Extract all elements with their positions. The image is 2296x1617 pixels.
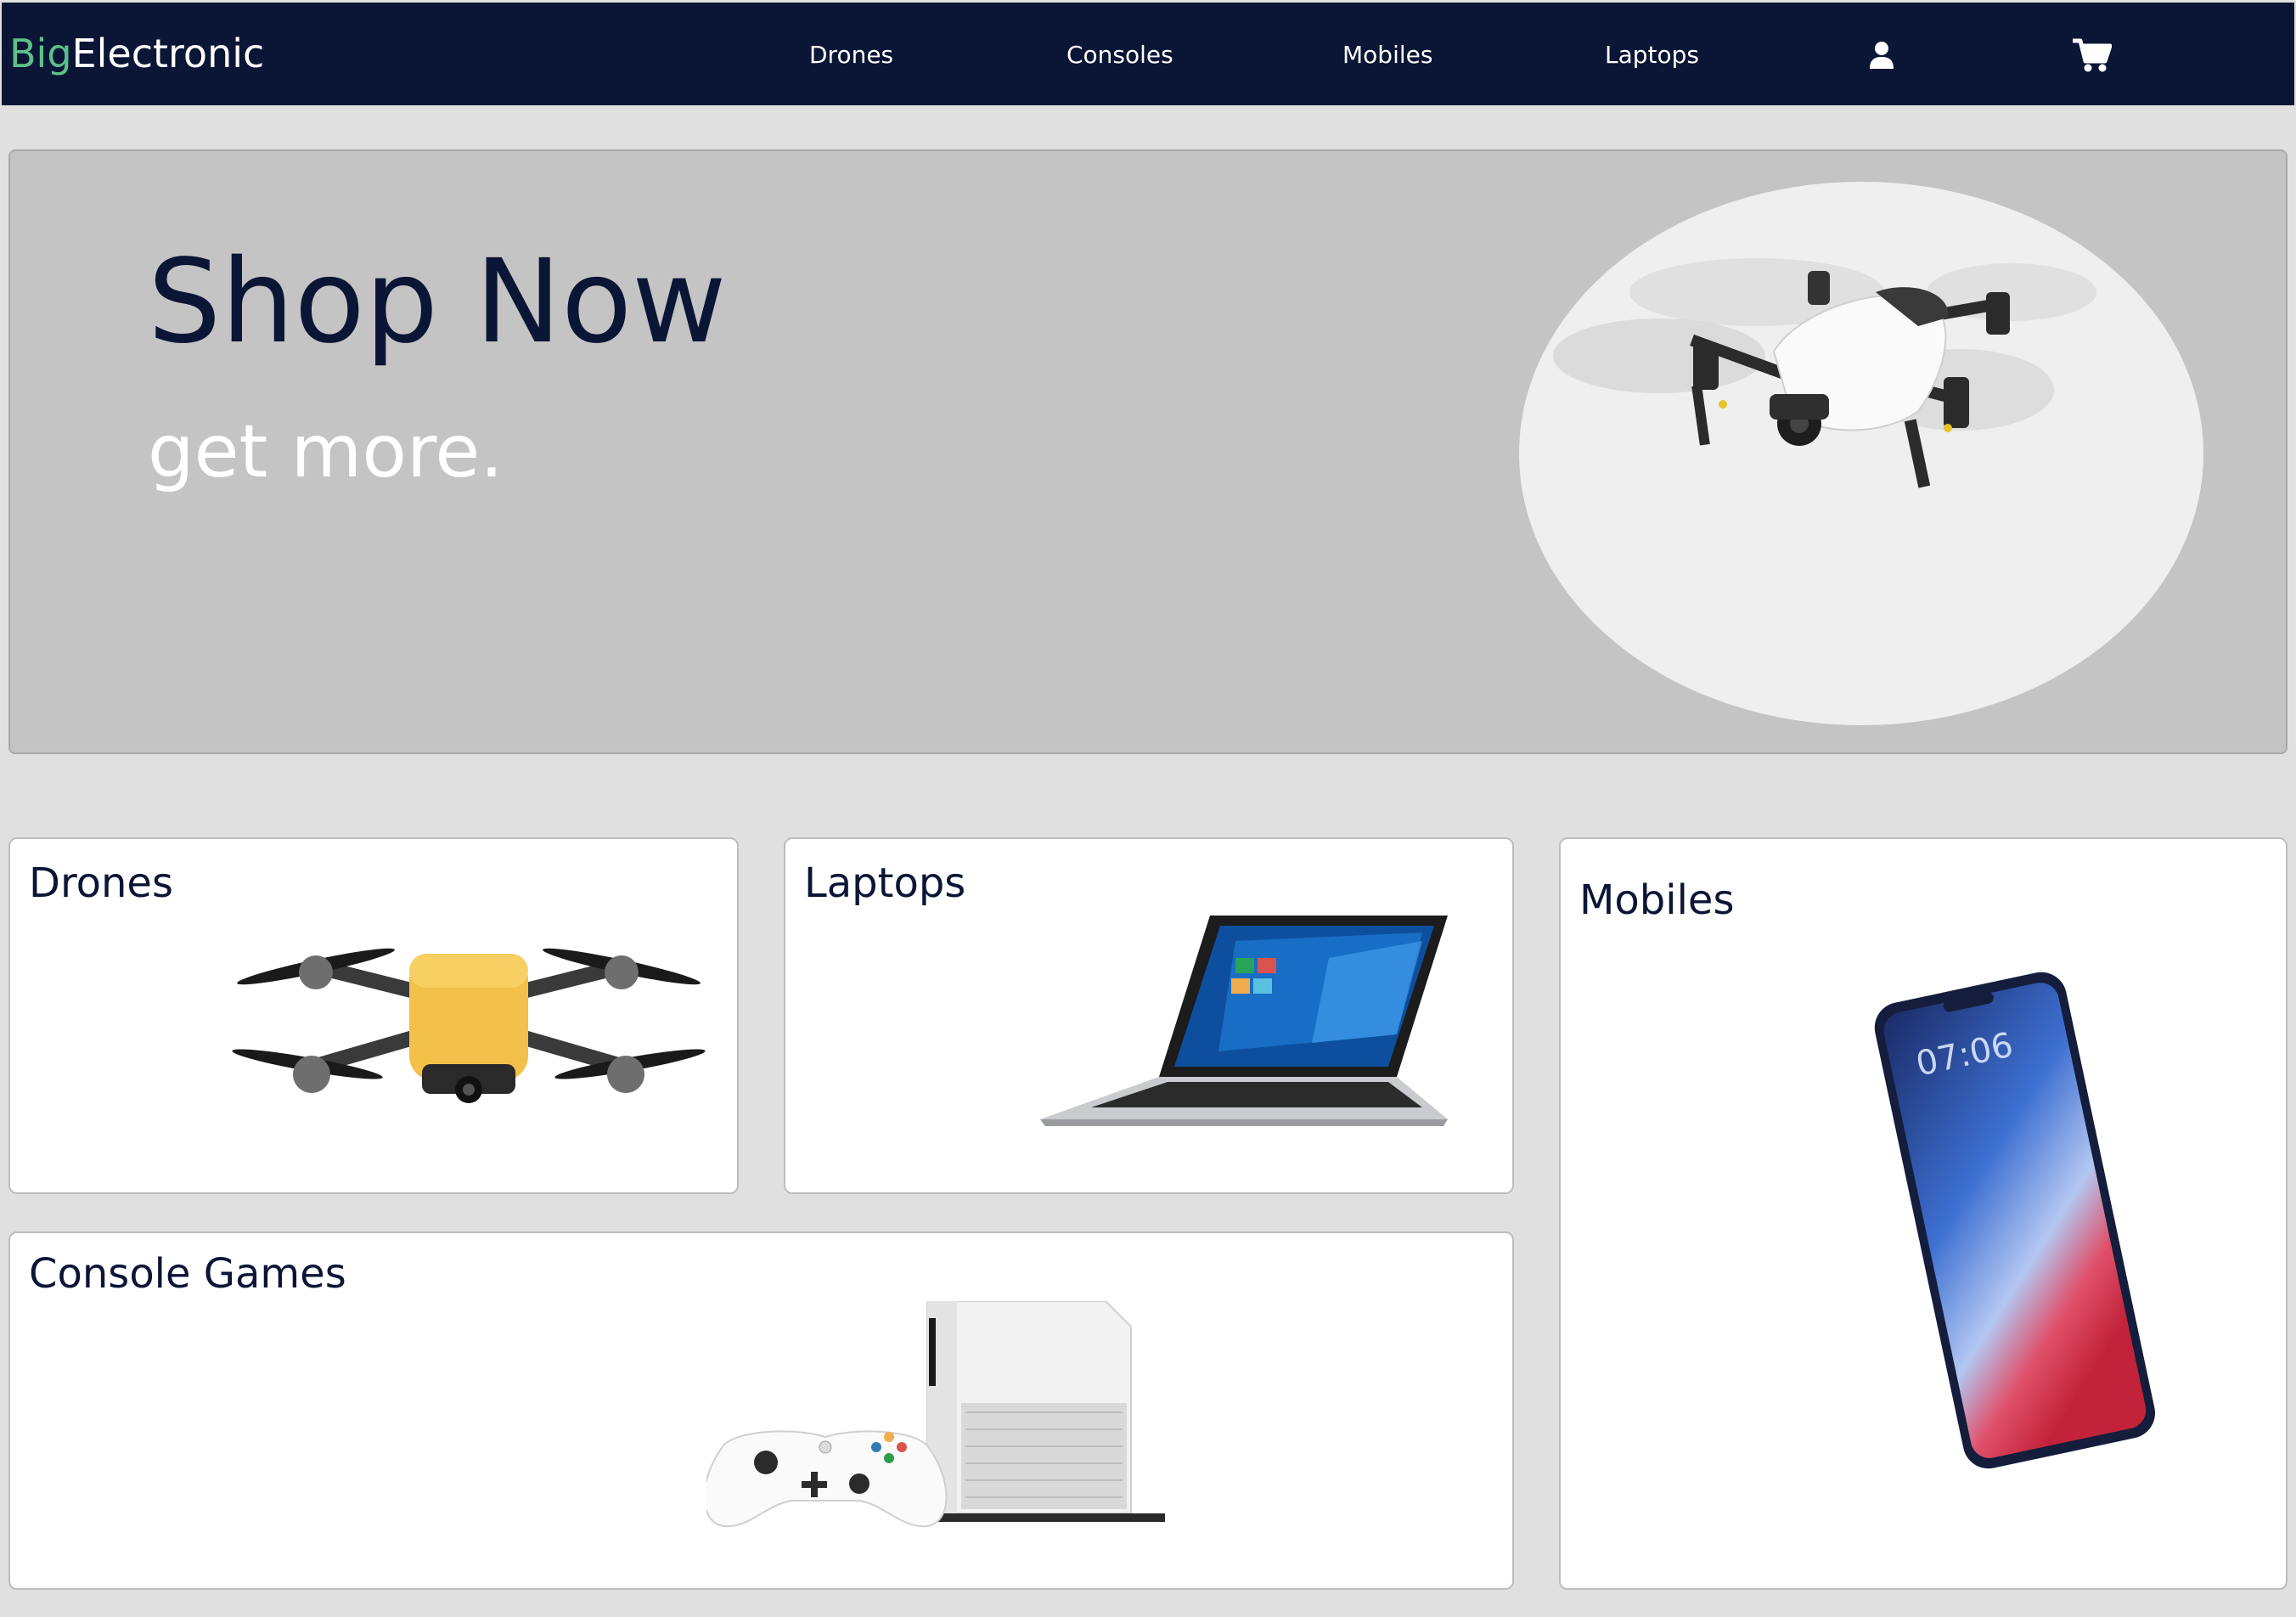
category-card-drones[interactable]: Drones [8, 837, 739, 1194]
user-icon[interactable] [1861, 35, 1902, 76]
yellow-drone-image [232, 948, 706, 1103]
brand-logo[interactable]: BigElectronic [9, 28, 264, 79]
nav-link-mobiles[interactable]: Mobiles [1342, 37, 1432, 74]
hero-banner: Shop Now get more. [8, 149, 2288, 754]
hero-title: Shop Now [148, 235, 727, 369]
category-title-console-games: Console Games [29, 1250, 346, 1298]
game-console-image [706, 1301, 1165, 1528]
category-card-laptops[interactable]: Laptops [784, 837, 1514, 1194]
category-title-laptops: Laptops [804, 859, 966, 907]
white-drone-image [1553, 258, 2096, 488]
nav-link-drones[interactable]: Drones [809, 37, 893, 74]
nav-link-laptops[interactable]: Laptops [1605, 37, 1699, 74]
brand-logo-suffix: Electronic [71, 31, 265, 76]
laptop-image [1040, 916, 1448, 1126]
hero-image-backdrop [1519, 182, 2203, 725]
brand-logo-prefix: Big [9, 31, 72, 76]
category-card-console-games[interactable]: Console Games [8, 1231, 1514, 1590]
category-card-mobiles[interactable]: Mobiles 07:06 [1559, 837, 2288, 1590]
shopping-cart-icon[interactable] [2072, 35, 2113, 76]
top-navbar: BigElectronic Drones Consoles Mobiles La… [2, 3, 2294, 105]
category-title-drones: Drones [29, 859, 173, 907]
nav-link-consoles[interactable]: Consoles [1066, 37, 1173, 74]
category-title-mobiles: Mobiles [1579, 876, 1735, 924]
hero-subtitle: get more. [148, 409, 504, 494]
smartphone-image: 07:06 [1874, 972, 2156, 1469]
